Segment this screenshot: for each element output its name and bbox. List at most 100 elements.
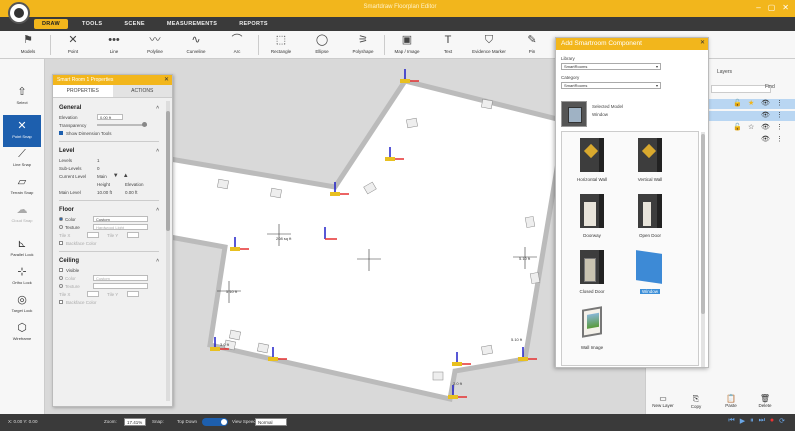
ceiling-texture-select[interactable] — [93, 283, 148, 289]
layer-row[interactable]: 🔓 ☆ 👁 ⋮ — [708, 123, 795, 133]
level-section-title[interactable]: Level ˄ — [53, 142, 165, 156]
line-button[interactable]: ••• Line — [94, 33, 134, 54]
gallery-scrollbar[interactable] — [701, 132, 705, 367]
ceiling-tile-x-field[interactable] — [87, 291, 99, 297]
floor-tile-x-field[interactable] — [87, 232, 99, 238]
new-layer-button[interactable]: ▭ New Layer — [648, 394, 678, 408]
lock-icon[interactable]: 🔓 — [733, 99, 742, 107]
evidence-marker-button[interactable]: ⛉ Evidence Marker — [469, 33, 509, 54]
pause-icon[interactable]: ⏸ — [750, 417, 754, 425]
next-frame-icon[interactable]: ⏭ — [759, 417, 765, 425]
play-icon[interactable]: ▶ — [740, 417, 745, 425]
main-level-elevation[interactable]: 0.00 ft — [125, 190, 138, 195]
current-level-value[interactable]: Main — [97, 174, 107, 179]
ceiling-color-select[interactable]: Custom — [93, 275, 148, 281]
eye-icon[interactable]: 👁 — [761, 111, 770, 119]
polyshape-button[interactable]: ⚞ Polyshape — [343, 33, 383, 54]
eye-icon[interactable]: 👁 — [761, 99, 770, 107]
ellipse-button[interactable]: ◯ Ellipse — [302, 33, 342, 54]
menu-tab-scene[interactable]: SCENE — [116, 19, 152, 29]
ceiling-visible-checkbox[interactable] — [59, 268, 63, 272]
loop-icon[interactable]: ⟳ — [779, 417, 785, 425]
minimize-button[interactable]: – — [756, 3, 760, 12]
menu-tab-measurements[interactable]: MEASUREMENTS — [159, 19, 225, 29]
tab-layers[interactable]: Layers — [717, 69, 732, 75]
component-closed-door[interactable]: Closed Door — [570, 248, 614, 304]
select-tool[interactable]: ⇧ Select — [3, 81, 41, 113]
main-level-height[interactable]: 10.00 ft — [97, 190, 125, 195]
floor-section-title[interactable]: Floor ˄ — [53, 201, 165, 215]
levels-value[interactable]: 1 — [97, 158, 100, 163]
floor-color-radio[interactable] — [59, 217, 63, 221]
find-button[interactable]: Find — [765, 84, 775, 90]
ceiling-tile-y-field[interactable] — [127, 291, 139, 297]
polyline-button[interactable]: 〰 Polyline — [135, 33, 175, 54]
layers-search-input[interactable] — [711, 85, 771, 93]
component-doorway[interactable]: Doorway — [570, 192, 614, 248]
drag-handle-icon[interactable]: ⋮ — [776, 111, 783, 119]
record-icon[interactable]: ● — [770, 417, 774, 425]
app-logo-icon[interactable] — [8, 2, 30, 24]
delete-layer-button[interactable]: 🗑 Delete — [750, 394, 780, 408]
library-select[interactable]: SmartRooms — [561, 63, 661, 70]
menu-tab-tools[interactable]: TOOLS — [74, 19, 110, 29]
show-dimension-checkbox[interactable] — [59, 131, 63, 135]
layer-row[interactable]: 👁 ⋮ — [708, 135, 795, 145]
curveline-button[interactable]: ∿ Curveline — [176, 33, 216, 54]
tab-actions[interactable]: ACTIONS — [112, 85, 172, 97]
ceiling-texture-radio[interactable] — [59, 284, 63, 288]
point-button[interactable]: ✕ Point — [53, 33, 93, 54]
component-window[interactable]: Window — [628, 248, 672, 304]
layer-row[interactable]: 🔓 ★ 👁 ⋮ — [708, 99, 795, 109]
level-down-icon[interactable]: ▼ — [113, 173, 119, 179]
rectangle-button[interactable]: ⬚ Rectangle — [261, 33, 301, 54]
floor-texture-select[interactable]: Hardwood Light — [93, 224, 148, 230]
maximize-button[interactable]: ▢ — [768, 3, 776, 12]
wireframe-tool[interactable]: ⬡ Wireframe — [3, 317, 41, 349]
ceiling-backface-checkbox[interactable] — [59, 300, 63, 304]
transparency-slider[interactable] — [97, 122, 147, 127]
category-select[interactable]: SmartRooms — [561, 82, 661, 89]
component-open-door[interactable]: Open Door — [628, 192, 672, 248]
menu-tab-reports[interactable]: REPORTS — [231, 19, 276, 29]
copy-layer-button[interactable]: ⎘ Copy — [681, 394, 711, 409]
component-wall-image[interactable]: Wall Image — [570, 304, 614, 360]
smartroom-header[interactable]: Add Smartroom Component ✕ — [556, 38, 708, 50]
paste-layer-button[interactable]: 📋 Paste — [716, 394, 746, 408]
layer-row[interactable]: 👁 ⋮ — [708, 111, 795, 121]
menu-tab-draw[interactable]: DRAW — [34, 19, 69, 29]
top-down-toggle[interactable] — [202, 418, 228, 426]
models-button[interactable]: ⚑ Models — [8, 33, 48, 54]
pin-button[interactable]: ✎ Pin — [512, 33, 552, 54]
properties-header[interactable]: Smart Room 1 Properties ✕ — [53, 75, 172, 85]
floor-tile-y-field[interactable] — [127, 232, 139, 238]
properties-scrollbar[interactable] — [166, 101, 170, 401]
ceiling-color-radio[interactable] — [59, 276, 63, 280]
arc-button[interactable]: ⌒ Arc — [217, 33, 257, 54]
general-section-title[interactable]: General ˄ — [53, 99, 165, 113]
map-image-button[interactable]: ▣ Map / Image — [387, 33, 427, 54]
sublevels-value[interactable]: 0 — [97, 166, 100, 171]
eye-icon[interactable]: 👁 — [761, 135, 770, 143]
lock-icon[interactable]: 🔓 — [733, 123, 742, 131]
eye-icon[interactable]: 👁 — [761, 123, 770, 131]
level-up-icon[interactable]: ▲ — [123, 173, 129, 179]
text-button[interactable]: T Text — [428, 33, 468, 54]
floor-color-select[interactable]: Custom — [93, 216, 148, 222]
floor-texture-radio[interactable] — [59, 225, 63, 229]
floor-backface-checkbox[interactable] — [59, 241, 63, 245]
drag-handle-icon[interactable]: ⋮ — [776, 135, 783, 143]
elevation-field[interactable]: 0.00 ft — [97, 114, 123, 120]
view-speed-select[interactable]: Normal — [255, 418, 287, 426]
drag-handle-icon[interactable]: ⋮ — [776, 123, 783, 131]
close-window-button[interactable]: ✕ — [782, 3, 789, 12]
component-vertical-wall[interactable]: Vertical Wall — [628, 136, 672, 192]
tab-properties[interactable]: PROPERTIES — [53, 85, 113, 97]
star-outline-icon[interactable]: ☆ — [748, 123, 754, 131]
star-icon[interactable]: ★ — [748, 99, 754, 107]
first-frame-icon[interactable]: ⏮ — [728, 417, 734, 425]
drag-handle-icon[interactable]: ⋮ — [776, 99, 783, 107]
close-icon[interactable]: ✕ — [164, 76, 169, 83]
zoom-field[interactable]: 17.41% — [124, 418, 146, 426]
cloud-snap-tool[interactable]: ☁ Cloud Snap — [3, 199, 41, 231]
